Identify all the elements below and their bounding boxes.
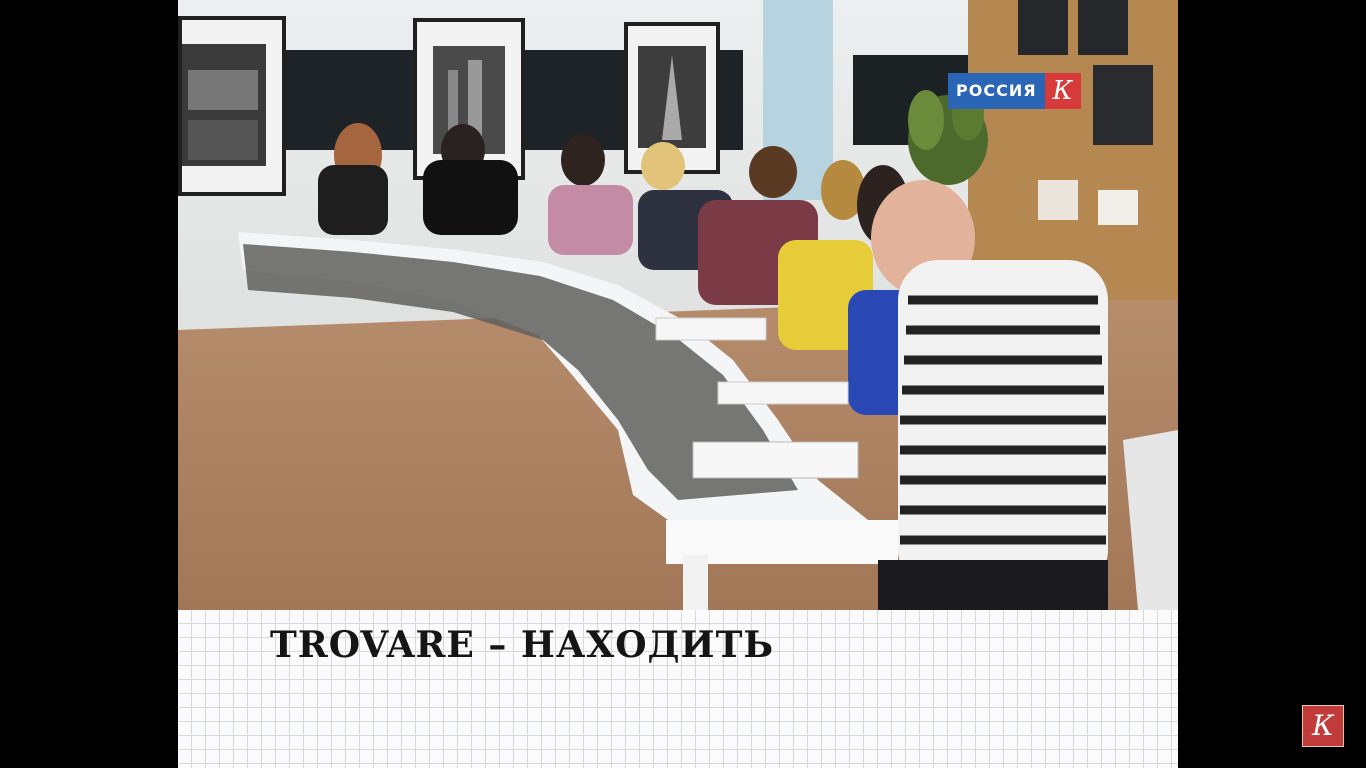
corner-channel-logo-icon[interactable]: К (1302, 705, 1344, 747)
notebook (692, 441, 859, 479)
channel-logo-k-icon: К (1044, 73, 1081, 109)
channel-logo: РОССИЯ К (948, 73, 1081, 109)
video-frame[interactable]: РОССИЯ К TROVARE – НАХОДИТЬ (178, 0, 1178, 768)
caption-panel: TROVARE – НАХОДИТЬ (178, 610, 1178, 768)
corner-logo-letter: К (1312, 709, 1334, 742)
caption-text: TROVARE – НАХОДИТЬ (270, 624, 775, 666)
channel-logo-text: РОССИЯ (948, 73, 1045, 109)
picture-city-reflection (178, 16, 286, 196)
